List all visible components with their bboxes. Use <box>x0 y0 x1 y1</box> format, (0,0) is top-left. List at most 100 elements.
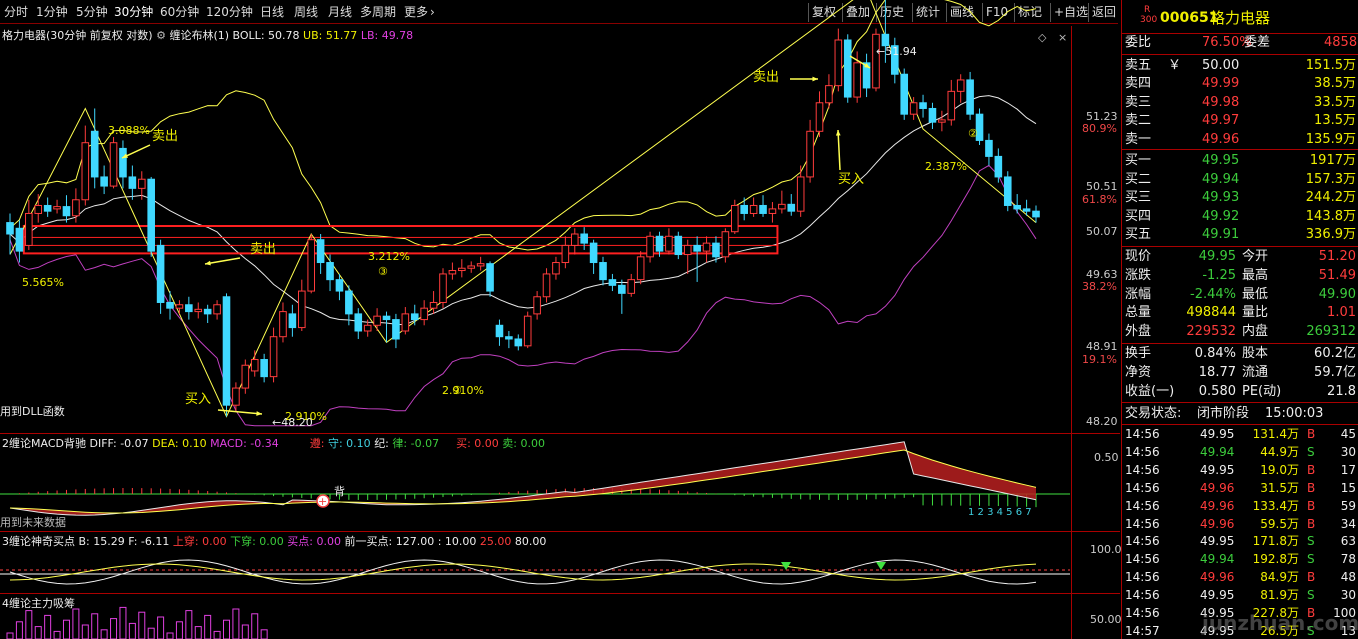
panel-divider-2 <box>0 531 1120 532</box>
quote-value: 51.49 <box>1318 267 1356 283</box>
quote-value: 49.95 <box>1198 249 1236 264</box>
buy-label: 买入 <box>185 392 212 407</box>
quote-label: 内盘 <box>1242 324 1269 340</box>
candle-body <box>834 39 843 87</box>
tick-volume: 59.5万 <box>1260 516 1299 531</box>
tick-row: 14:56 49.95 19.0万 B 17 <box>1122 461 1358 479</box>
low-marker: ←48.20 <box>272 416 313 429</box>
accum-bar <box>138 611 146 639</box>
candle-body <box>533 296 541 315</box>
tick-price: 49.96 <box>1200 498 1235 513</box>
buy-point: 买点: 0.00 <box>287 535 341 548</box>
quote-row: 涨幅 -2.44% 最低 49.90 <box>1122 286 1358 304</box>
down-arrow-icon <box>876 562 886 570</box>
candle-body <box>363 324 372 332</box>
f-value: F: -6.11 <box>128 535 170 548</box>
candle-body <box>345 290 353 315</box>
candle-body <box>749 204 758 214</box>
candle-body <box>288 313 297 329</box>
level-volume: 1917万 <box>1309 153 1356 168</box>
candle-body <box>147 178 155 252</box>
level-volume: 33.5万 <box>1314 94 1356 110</box>
tick-count: 63 <box>1340 534 1356 549</box>
swing-pct: 2.387% <box>925 160 967 173</box>
candle-body <box>815 102 824 132</box>
candle-body <box>655 235 664 252</box>
buy-level: 买五 49.91 336.9万 <box>1122 226 1358 244</box>
tick-count: 48 <box>1340 570 1356 585</box>
candle-body <box>843 39 852 98</box>
candle-body <box>514 338 523 347</box>
trade-status-row: 交易状态: 闭市阶段 15:00:03 <box>1122 405 1358 423</box>
buypoint-title[interactable]: 3缠论神奇买点 <box>2 535 75 548</box>
main-kline-area <box>6 0 1040 427</box>
quote-label: 外盘 <box>1125 324 1152 340</box>
buypoint-axis: 100.0 <box>1090 543 1122 556</box>
candle-body <box>34 204 43 214</box>
accum-bar <box>34 626 42 639</box>
tick-time: 14:56 <box>1125 534 1160 549</box>
macd-header: 2缠论MACD背驰 DIFF: -0.07 DEA: 0.10 MACD: -0… <box>2 436 545 451</box>
circled-number: ③ <box>378 265 388 278</box>
candle-body <box>382 315 391 321</box>
sell-level: 卖三 49.98 33.5万 <box>1122 94 1358 112</box>
level-volume: 143.8万 <box>1305 208 1356 224</box>
accum-bar <box>166 632 174 639</box>
accum-bar <box>100 629 108 639</box>
status-label: 交易状态: <box>1125 406 1182 421</box>
quote-row: 外盘 229532 内盘 269312 <box>1122 323 1358 341</box>
axis-price: 50.07 <box>1086 225 1118 238</box>
candle-body <box>81 142 90 201</box>
sell-level: 卖一 49.96 135.9万 <box>1122 131 1358 149</box>
quote-label: 量比 <box>1242 305 1269 321</box>
level-volume: 13.5万 <box>1314 113 1356 129</box>
stock-header: R 300 000651 格力电器 <box>1122 0 1358 34</box>
candle-body <box>279 311 287 338</box>
candle-body <box>119 147 127 178</box>
fund-value: 60.2亿 <box>1314 346 1356 361</box>
fund-row: 收益(一) 0.580 PE(动) 21.8 <box>1122 383 1358 401</box>
macd-field: 纪: <box>374 437 389 450</box>
tick-time: 14:56 <box>1125 480 1160 495</box>
level-price: 49.91 <box>1202 227 1240 243</box>
level-price: 49.95 <box>1202 153 1240 168</box>
stroke-line <box>9 0 1037 418</box>
panel-divider-1 <box>0 433 1120 434</box>
dll-note: 用到DLL函数 <box>0 405 65 418</box>
accum-title[interactable]: 4缠论主力吸筹 <box>2 597 75 610</box>
axis-price: 48.91 <box>1086 340 1118 353</box>
circled-number: ② <box>968 127 978 140</box>
candle-body <box>401 313 410 332</box>
accum-bar <box>147 627 155 639</box>
weicha-value: 4858 <box>1324 35 1358 50</box>
candle-body <box>90 130 99 178</box>
tick-price: 49.94 <box>1200 444 1235 459</box>
candle-body <box>542 273 551 298</box>
tick-row: 14:56 49.95 131.4万 B 45 <box>1122 425 1358 443</box>
tick-side: S <box>1307 444 1315 459</box>
watermark: junzhuan.com <box>1202 611 1358 635</box>
candle-body <box>721 231 730 258</box>
macd-title[interactable]: 2缠论MACD背驰 <box>2 437 86 450</box>
level-price: 50.00 <box>1202 58 1240 73</box>
tick-price: 49.95 <box>1200 427 1235 441</box>
candle-body <box>232 387 240 406</box>
accum-bar <box>204 614 212 639</box>
wave-digits: 1 2 3 4 5 6 7 <box>968 507 1032 518</box>
candle-body <box>1032 210 1040 218</box>
candle-body <box>6 222 14 235</box>
fund-label: 净资 <box>1125 365 1152 380</box>
tick-row: 14:56 49.94 192.8万 S 78 <box>1122 550 1358 568</box>
status-value: 闭市阶段 <box>1197 406 1250 421</box>
candle-body <box>62 206 71 217</box>
fund-label: 股本 <box>1242 346 1269 361</box>
future-data-note: 用到未来数据 <box>0 516 66 529</box>
buypoint-header: 3缠论神奇买点 B: 15.29 F: -6.11 上穿: 0.00 下穿: 0… <box>2 534 546 549</box>
candle-body <box>994 155 1003 178</box>
candle-body <box>429 301 438 309</box>
accum-bar <box>53 630 61 639</box>
swing-pct: 5.565% <box>22 276 64 289</box>
candle-body <box>458 267 466 272</box>
level-volume: 244.2万 <box>1305 190 1356 206</box>
candle-body <box>222 296 231 406</box>
